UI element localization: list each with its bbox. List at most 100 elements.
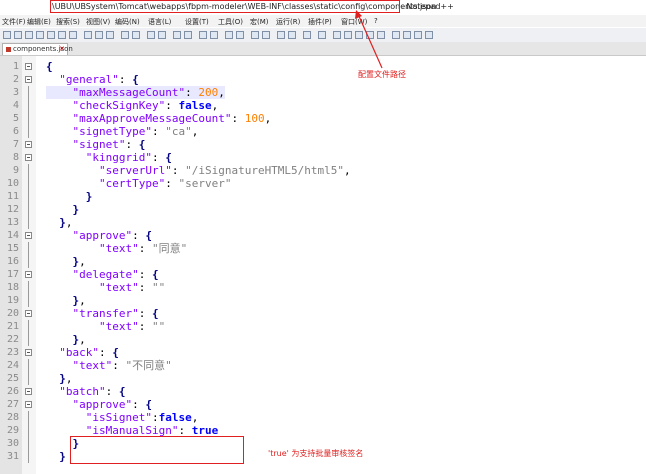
line-number: 13 <box>6 217 19 228</box>
fold-toggle-icon[interactable] <box>25 76 32 83</box>
line-number: 8 <box>12 152 19 163</box>
code-text: "batch": { <box>59 385 126 398</box>
line-number: 23 <box>6 347 19 358</box>
menu-language[interactable]: 语言(L) <box>148 17 171 27</box>
menu-help[interactable]: ? <box>374 17 378 25</box>
tab-close-icon[interactable]: ✕ <box>59 45 65 53</box>
find-icon[interactable] <box>147 31 155 39</box>
indent-guide-icon[interactable] <box>251 31 259 39</box>
code-text: "text": "" <box>98 320 166 333</box>
sync-horizontal-icon[interactable] <box>210 31 218 39</box>
tab-strip: components.json ✕ <box>0 42 646 56</box>
copy-icon[interactable] <box>95 31 103 39</box>
title-bar: \UBU\UBSystem\Tomcat\webapps\fbpm-modele… <box>0 0 646 14</box>
line-number: 7 <box>12 139 19 150</box>
code-editor[interactable]: 1 { 2 "general": { 3 "maxMessageCount": … <box>0 56 646 474</box>
menu-view[interactable]: 视图(V) <box>86 17 110 27</box>
settings-icon[interactable] <box>425 31 433 39</box>
code-line: 20 "transfer": { <box>0 307 646 320</box>
code-line: 14 "approve": { <box>0 229 646 242</box>
paste-icon[interactable] <box>106 31 114 39</box>
code-line: 8 "kinggrid": { <box>0 151 646 164</box>
folder-workspace-icon[interactable] <box>303 31 311 39</box>
fold-toggle-icon[interactable] <box>25 401 32 408</box>
fold-toggle-icon[interactable] <box>25 271 32 278</box>
code-line: 7 "signet": { <box>0 138 646 151</box>
code-text: "serverUrl": "/iSignatureHTML5/html5", <box>98 164 351 177</box>
save-icon[interactable] <box>25 31 33 39</box>
line-number: 26 <box>6 386 19 397</box>
replace-icon[interactable] <box>158 31 166 39</box>
close-icon[interactable] <box>47 31 55 39</box>
save-all-icon[interactable] <box>36 31 44 39</box>
menu-encoding[interactable]: 编码(N) <box>115 17 140 27</box>
tab-components-json[interactable]: components.json ✕ <box>2 43 73 55</box>
run-macro-multiple-icon[interactable] <box>366 31 374 39</box>
menu-edit[interactable]: 编辑(E) <box>27 17 51 27</box>
fold-toggle-icon[interactable] <box>25 310 32 317</box>
menu-search[interactable]: 搜索(S) <box>56 17 80 27</box>
function-list-icon[interactable] <box>288 31 296 39</box>
fold-toggle-icon[interactable] <box>25 63 32 70</box>
zoom-out-icon[interactable] <box>184 31 192 39</box>
fold-toggle-icon[interactable] <box>25 388 32 395</box>
word-wrap-icon[interactable] <box>225 31 233 39</box>
menu-file[interactable]: 文件(F) <box>2 17 26 27</box>
code-text: "maxApproveMessageCount": 100, <box>72 112 272 125</box>
ismanualsign-highlight-box <box>70 436 244 464</box>
spell-check-icon[interactable] <box>392 31 400 39</box>
new-file-icon[interactable] <box>3 31 11 39</box>
close-all-icon[interactable] <box>58 31 66 39</box>
menu-tools[interactable]: 工具(O) <box>218 17 243 27</box>
undo-icon[interactable] <box>121 31 129 39</box>
line-number: 22 <box>6 334 19 345</box>
menu-plugins[interactable]: 插件(P) <box>308 17 332 27</box>
code-text: }, <box>59 216 73 229</box>
line-number: 15 <box>6 243 19 254</box>
code-line: 5 "maxApproveMessageCount": 100, <box>0 112 646 125</box>
line-number: 28 <box>6 412 19 423</box>
code-text: "checkSignKey": false, <box>72 99 219 112</box>
code-line: 2 "general": { <box>0 73 646 86</box>
code-text: "delegate": { <box>72 268 159 281</box>
line-number: 14 <box>6 230 19 241</box>
menu-bar: 文件(F) 编辑(E) 搜索(S) 视图(V) 编码(N) 语言(L) 设置(T… <box>0 15 646 27</box>
record-macro-icon[interactable] <box>333 31 341 39</box>
zoom-in-icon[interactable] <box>173 31 181 39</box>
code-text: "signetType": "ca", <box>72 125 199 138</box>
code-line: 22 }, <box>0 333 646 346</box>
line-number: 2 <box>12 74 19 85</box>
code-text: } <box>85 190 93 203</box>
line-number: 31 <box>6 451 19 462</box>
fold-toggle-icon[interactable] <box>25 141 32 148</box>
redo-icon[interactable] <box>132 31 140 39</box>
code-text: "text": "不同意" <box>72 359 172 372</box>
code-text: "text": "" <box>98 281 166 294</box>
code-line: 10 "certType": "server" <box>0 177 646 190</box>
fold-toggle-icon[interactable] <box>25 154 32 161</box>
show-all-chars-icon[interactable] <box>236 31 244 39</box>
sync-scroll-icon[interactable] <box>199 31 207 39</box>
menu-macro[interactable]: 宏(M) <box>250 17 269 27</box>
code-text: } <box>59 450 66 463</box>
fold-toggle-icon[interactable] <box>25 349 32 356</box>
menu-settings[interactable]: 设置(T) <box>185 17 209 27</box>
save-macro-icon[interactable] <box>377 31 385 39</box>
code-line: 23 "back": { <box>0 346 646 359</box>
stop-macro-icon[interactable] <box>344 31 352 39</box>
line-number: 12 <box>6 204 19 215</box>
fold-toggle-icon[interactable] <box>25 232 32 239</box>
print-icon[interactable] <box>69 31 77 39</box>
play-macro-icon[interactable] <box>355 31 363 39</box>
monitoring-icon[interactable] <box>318 31 326 39</box>
lang-udl-icon[interactable] <box>262 31 270 39</box>
compare-icon[interactable] <box>403 31 411 39</box>
cut-icon[interactable] <box>84 31 92 39</box>
doc-map-icon[interactable] <box>277 31 285 39</box>
open-file-icon[interactable] <box>14 31 22 39</box>
code-line: 27 "approve": { <box>0 398 646 411</box>
plugin-admin-icon[interactable] <box>414 31 422 39</box>
code-line: 6 "signetType": "ca", <box>0 125 646 138</box>
menu-window[interactable]: 窗口(W) <box>341 17 367 27</box>
menu-run[interactable]: 运行(R) <box>276 17 300 27</box>
